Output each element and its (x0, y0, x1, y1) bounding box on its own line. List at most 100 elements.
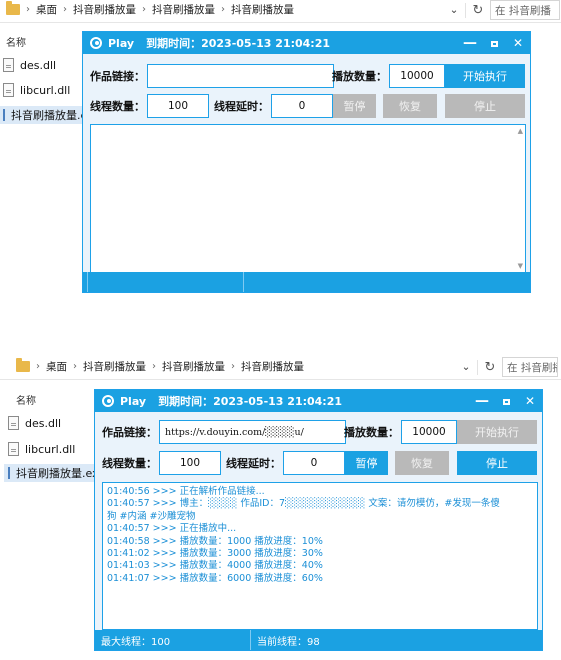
close-button[interactable]: ✕ (518, 390, 542, 412)
link-input[interactable]: https://v.douyin.com/░░░░u/ (159, 420, 346, 444)
log-line: 01:40:57 >>> 正在播放中... (107, 523, 237, 535)
expire-time: 到期时间：2023-05-13 21:04:21 (146, 37, 331, 50)
play-count-input[interactable]: 10000 (401, 420, 457, 444)
file-icon (8, 416, 19, 430)
app-window: Play 到期时间：2023-05-13 21:04:21 — ✕ 作品链接： … (94, 389, 543, 651)
breadcrumb[interactable]: › 桌面 › 抖音刷播放量 › 抖音刷播放量 › 抖音刷播放量 (6, 0, 294, 18)
log-area[interactable]: 01:40:56 >>> 正在解析作品链接... 01:40:57 >>> 博主… (102, 482, 538, 630)
refresh-icon[interactable]: ↻ (465, 2, 490, 18)
file-item-selected[interactable]: 抖音刷播放量.exe (4, 464, 98, 482)
divider (0, 379, 561, 380)
pause-button[interactable]: 暂停 (333, 94, 376, 118)
app-title: Play (108, 36, 135, 50)
refresh-icon[interactable]: ↻ (477, 359, 502, 375)
status-bar (83, 272, 530, 292)
chevron-right-icon: › (26, 3, 30, 15)
chevron-down-icon[interactable]: ⌄ (443, 4, 465, 16)
log-area[interactable]: ▲ ▼ (90, 124, 526, 273)
divider (0, 22, 561, 23)
play-count-input[interactable]: 10000 (389, 64, 445, 88)
file-name: des.dll (20, 58, 57, 72)
folder-icon (16, 357, 30, 372)
threads-input[interactable]: 100 (159, 451, 221, 475)
chevron-right-icon: › (36, 360, 40, 372)
link-label: 作品链接： (102, 426, 157, 439)
breadcrumb-item[interactable]: 抖音刷播放量 (241, 359, 304, 374)
file-icon (3, 58, 14, 72)
scroll-up-icon[interactable]: ▲ (518, 127, 523, 135)
stop-button[interactable]: 停止 (457, 451, 537, 475)
maximize-icon (502, 398, 510, 405)
breadcrumb[interactable]: › 桌面 › 抖音刷播放量 › 抖音刷播放量 › 抖音刷播放量 (16, 357, 304, 375)
close-button[interactable]: ✕ (506, 32, 530, 54)
folder-icon (6, 0, 20, 15)
log-line: 01:40:57 >>> 博主：░░░░ 作品ID：7░░░░░░░░░░░ 文… (107, 498, 500, 510)
chevron-right-icon: › (142, 3, 146, 15)
status-current-threads: 当前线程：98 (257, 636, 320, 648)
stop-button[interactable]: 停止 (445, 94, 525, 118)
link-input[interactable] (147, 64, 334, 88)
start-button[interactable]: 开始执行 (445, 64, 525, 88)
address-actions: ⌄ ↻ 在 抖音刷播 (455, 357, 558, 377)
breadcrumb-item[interactable]: 抖音刷播放量 (83, 359, 146, 374)
link-label: 作品链接： (90, 70, 145, 83)
app-window: Play 到期时间：2023-05-13 21:04:21 — ✕ 作品链接： … (82, 31, 531, 293)
chevron-right-icon: › (73, 360, 77, 372)
chevron-right-icon: › (231, 360, 235, 372)
pause-button[interactable]: 暂停 (345, 451, 388, 475)
status-bar: 最大线程：100 当前线程：98 (95, 630, 542, 650)
file-name: des.dll (25, 416, 62, 430)
column-header-name[interactable]: 名称 (16, 392, 36, 407)
play-count-label: 播放数量： (344, 426, 399, 439)
scroll-down-icon[interactable]: ▼ (518, 262, 523, 270)
breadcrumb-item[interactable]: 桌面 (36, 2, 57, 17)
breadcrumb-item[interactable]: 抖音刷播放量 (152, 2, 215, 17)
play-count-label: 播放数量： (332, 70, 387, 83)
app-icon (3, 109, 5, 121)
app-logo-icon (102, 395, 114, 407)
title-bar[interactable]: Play 到期时间：2023-05-13 21:04:21 — ✕ (83, 32, 530, 54)
file-item[interactable]: des.dll (0, 56, 56, 74)
search-input[interactable]: 在 抖音刷播 (490, 0, 560, 20)
chevron-right-icon: › (221, 3, 225, 15)
chevron-right-icon: › (152, 360, 156, 372)
file-name: libcurl.dll (25, 442, 76, 456)
maximize-button[interactable] (494, 390, 518, 412)
threads-input[interactable]: 100 (147, 94, 209, 118)
file-item-selected[interactable]: 抖音刷播放量.exe (0, 106, 89, 124)
file-icon (8, 442, 19, 456)
maximize-icon (490, 40, 498, 47)
status-max-threads (88, 272, 244, 292)
delay-label: 线程延时： (214, 100, 269, 113)
log-line: 狗 #内涵 #沙雕宠物 (107, 510, 196, 522)
file-item[interactable]: libcurl.dll (0, 81, 70, 99)
breadcrumb-item[interactable]: 抖音刷播放量 (231, 2, 294, 17)
delay-input[interactable]: 0 (283, 451, 345, 475)
file-icon (3, 83, 14, 97)
log-line: 01:41:03 >>> 播放数量：4000 播放进度：40% (107, 560, 323, 572)
address-actions: ⌄ ↻ 在 抖音刷播 (443, 0, 560, 20)
minimize-button[interactable]: — (458, 32, 482, 54)
app-logo-icon (90, 37, 102, 49)
resume-button[interactable]: 恢复 (395, 451, 449, 475)
log-line: 01:41:02 >>> 播放数量：3000 播放进度：30% (107, 548, 323, 560)
column-header-name[interactable]: 名称 (6, 34, 26, 49)
start-button[interactable]: 开始执行 (457, 420, 537, 444)
breadcrumb-item[interactable]: 抖音刷播放量 (73, 2, 136, 17)
delay-input[interactable]: 0 (271, 94, 333, 118)
breadcrumb-item[interactable]: 抖音刷播放量 (162, 359, 225, 374)
threads-label: 线程数量： (90, 100, 145, 113)
search-input[interactable]: 在 抖音刷播 (502, 357, 558, 377)
log-line: 01:40:56 >>> 正在解析作品链接... (107, 486, 265, 497)
file-item[interactable]: libcurl.dll (8, 440, 75, 458)
app-title: Play (120, 394, 147, 408)
file-name: libcurl.dll (20, 83, 71, 97)
delay-label: 线程延时： (226, 457, 281, 470)
file-item[interactable]: des.dll (8, 414, 61, 432)
resume-button[interactable]: 恢复 (383, 94, 437, 118)
chevron-down-icon[interactable]: ⌄ (455, 361, 477, 373)
breadcrumb-item[interactable]: 桌面 (46, 359, 67, 374)
maximize-button[interactable] (482, 32, 506, 54)
minimize-button[interactable]: — (470, 390, 494, 412)
title-bar[interactable]: Play 到期时间：2023-05-13 21:04:21 — ✕ (95, 390, 542, 412)
